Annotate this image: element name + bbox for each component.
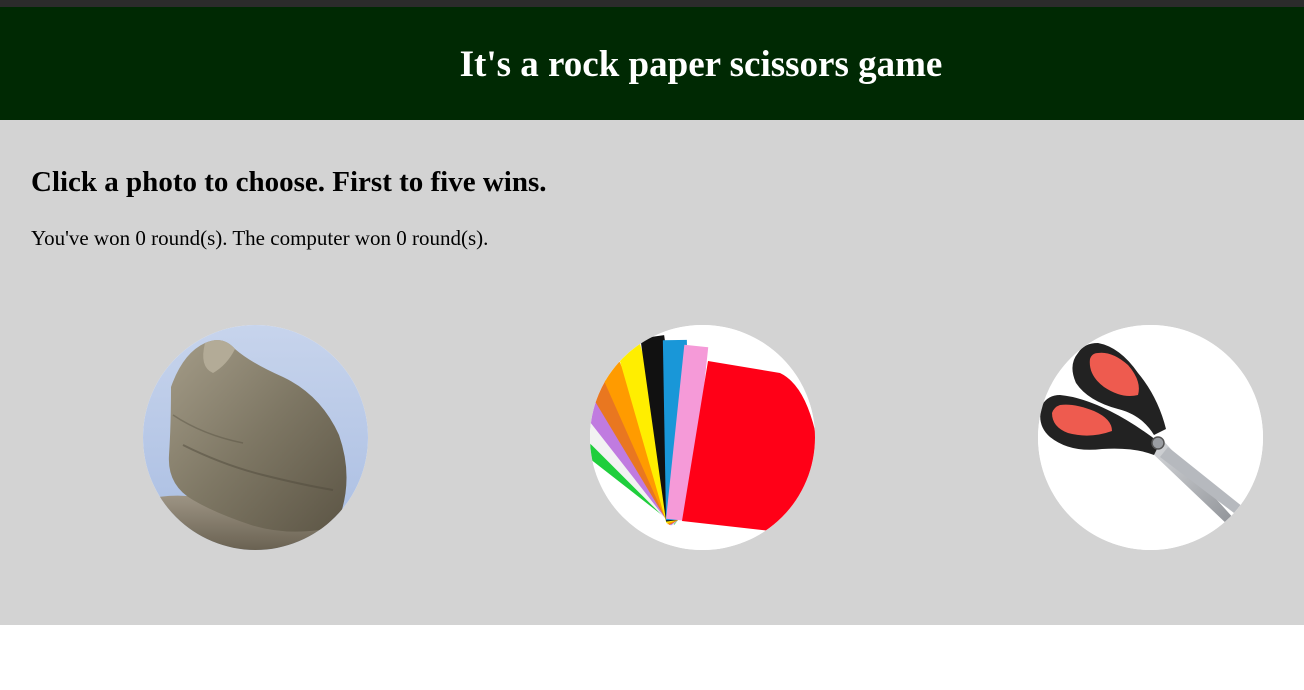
game-area: Click a photo to choose. First to five w… [0,120,1304,625]
rock-photo-icon [143,325,368,550]
page-title: It's a rock paper scissors game [459,44,943,85]
page-header: It's a rock paper scissors game [0,7,1304,120]
score-text: You've won 0 round(s). The computer won … [31,226,489,250]
paper-choice-button[interactable] [590,325,815,550]
scissors-choice-button[interactable] [1038,325,1263,550]
scissors-photo-icon [1038,325,1263,550]
window-top-strip [0,0,1304,7]
instructions-heading: Click a photo to choose. First to five w… [31,166,547,198]
rock-choice-button[interactable] [143,325,368,550]
paper-photo-icon [590,325,815,550]
